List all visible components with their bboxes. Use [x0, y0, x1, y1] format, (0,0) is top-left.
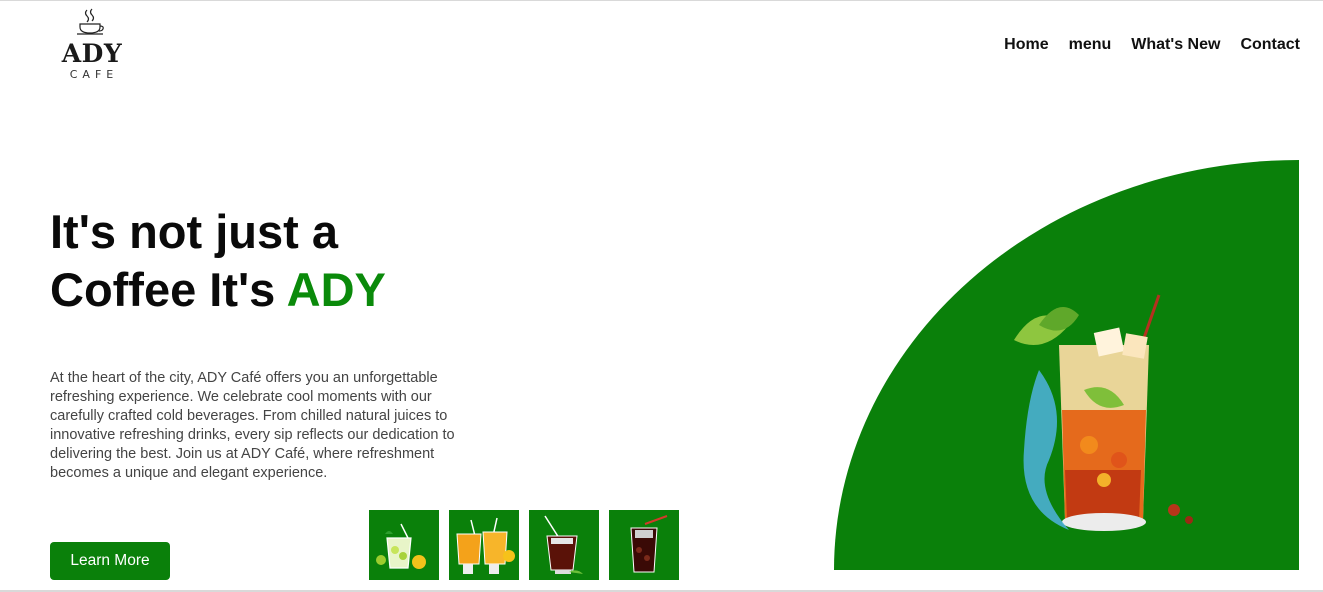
- drink-thumbnails: [369, 510, 679, 580]
- cola-glass-icon: [529, 510, 599, 580]
- coffee-cup-icon: [77, 8, 104, 35]
- hero-description: At the heart of the city, ADY Café offer…: [50, 370, 455, 481]
- logo-subtitle: CAFE: [69, 68, 119, 81]
- nav-whats-new[interactable]: What's New: [1131, 35, 1220, 55]
- thumbnail-orange-juice[interactable]: [449, 510, 519, 580]
- thumbnail-cola-glass[interactable]: [529, 510, 599, 580]
- thumbnail-iced-cola[interactable]: [609, 510, 679, 580]
- hero-headline: It's not just a Coffee It's ADY: [50, 203, 490, 319]
- learn-more-button[interactable]: Learn More: [50, 542, 170, 580]
- headline-line-1: It's not just a: [50, 205, 338, 258]
- iced-cola-icon: [609, 510, 679, 580]
- lemonade-icon: [369, 510, 439, 580]
- orange-juice-icon: [449, 510, 519, 580]
- nav-contact[interactable]: Contact: [1240, 35, 1300, 55]
- hero-image-panel: [834, 160, 1299, 570]
- top-border: [0, 0, 1323, 1]
- main-nav: Home menu What's New Contact: [1004, 35, 1300, 55]
- logo[interactable]: ADY CAFE: [56, 8, 128, 84]
- nav-home[interactable]: Home: [1004, 35, 1048, 55]
- logo-wordmark: ADY: [61, 39, 123, 68]
- nav-menu[interactable]: menu: [1069, 35, 1112, 55]
- headline-accent: ADY: [286, 263, 386, 316]
- headline-line-2: Coffee It's: [50, 263, 276, 316]
- thumbnail-lemonade[interactable]: [369, 510, 439, 580]
